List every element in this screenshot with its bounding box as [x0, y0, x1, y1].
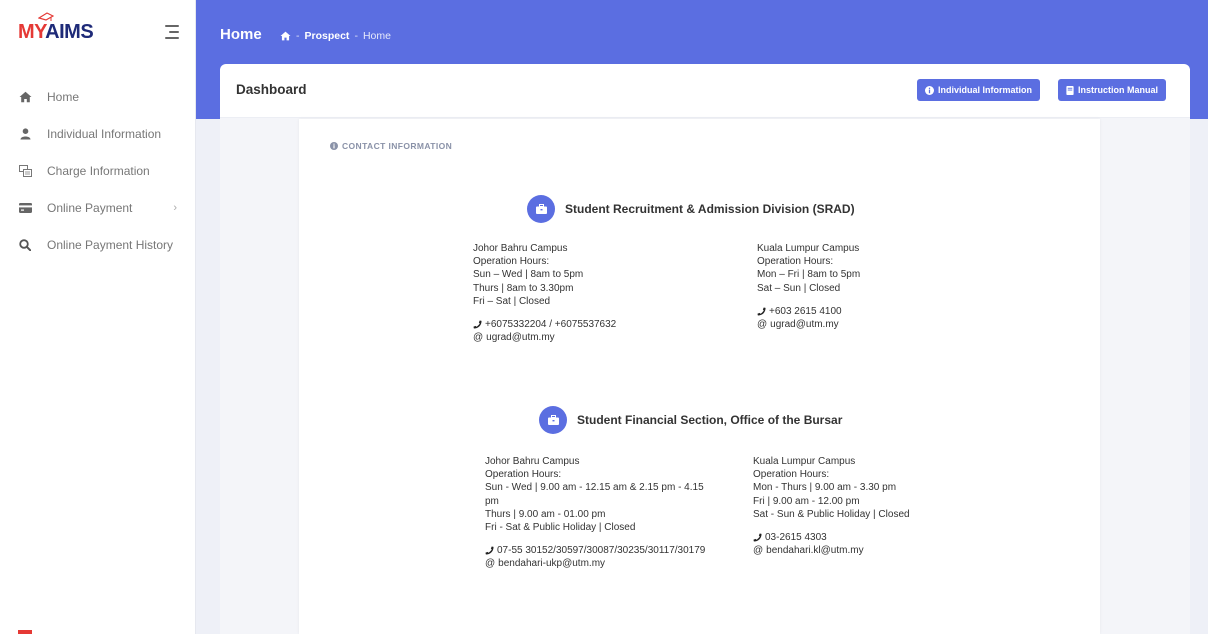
hours-line: Mon – Fri | 8am to 5pm: [757, 269, 861, 281]
graduation-cap-icon: [38, 11, 54, 21]
search-icon: [17, 237, 33, 253]
campus-name: Kuala Lumpur Campus: [757, 243, 860, 254]
sidebar-item-online-payment-history[interactable]: Online Payment History: [0, 226, 195, 263]
button-label: Individual Information: [938, 85, 1032, 95]
sidebar-item-label: Home: [47, 89, 80, 104]
phone-number[interactable]: +6075332204 / +6075537632: [485, 318, 616, 331]
card-icon: [17, 200, 33, 216]
info-icon: [330, 142, 338, 150]
phone-number[interactable]: +603 2615 4100: [769, 305, 842, 318]
hours-line: Thurs | 9.00 am - 01.00 pm: [485, 508, 606, 520]
hours-line: Sat – Sun | Closed: [757, 282, 841, 294]
home-icon[interactable]: [280, 31, 291, 41]
hours-line: Sat - Sun & Public Holiday | Closed: [753, 508, 910, 520]
hours-line: Fri | 9.00 am - 12.00 pm: [753, 495, 860, 507]
hours-label: Operation Hours:: [753, 469, 830, 481]
dashboard-header: Dashboard Individual Information Instruc…: [220, 64, 1190, 118]
phone-number[interactable]: 07-55 30152/30597/30087/30235/30117/3017…: [497, 544, 705, 557]
org-header-srad: Student Recruitment & Admission Division…: [527, 195, 855, 223]
info-icon: [925, 85, 934, 95]
logo-aims: AIMS: [45, 20, 94, 43]
phone-line: +603 2615 4100: [757, 305, 860, 318]
button-label: Instruction Manual: [1078, 85, 1159, 95]
sidebar-item-individual-information[interactable]: Individual Information: [0, 115, 195, 152]
section-title-text: CONTACT INFORMATION: [342, 141, 453, 151]
campus-name: Johor Bahru Campus: [473, 243, 568, 254]
instruction-manual-button[interactable]: Instruction Manual: [1058, 79, 1167, 101]
org-name: Student Financial Section, Office of the…: [577, 413, 843, 427]
sidebar-item-online-payment[interactable]: Online Payment ›: [0, 189, 195, 226]
hours-line: Sun - Wed | 9.00 am - 12.15 am & 2.15 pm…: [485, 482, 704, 494]
email-address[interactable]: bendahari-ukp@utm.my: [498, 557, 605, 570]
sidebar: MYAIMS Home Individual Information Charg…: [0, 0, 196, 634]
breadcrumb-separator: -: [296, 30, 300, 42]
bursar-kl-campus: Kuala Lumpur Campus Operation Hours: Mon…: [753, 455, 910, 557]
email-address[interactable]: bendahari.kl@utm.my: [766, 544, 863, 557]
home-icon: [17, 89, 33, 105]
phone-line: 03-2615 4303: [753, 531, 910, 544]
chevron-right-icon: ›: [173, 201, 177, 214]
phone-icon: [753, 533, 762, 542]
dashboard-title: Dashboard: [236, 82, 307, 97]
briefcase-icon: [539, 406, 567, 434]
sidebar-item-label: Charge Information: [47, 163, 150, 178]
hours-label: Operation Hours:: [757, 256, 834, 268]
bursar-jb-campus: Johor Bahru Campus Operation Hours: Sun …: [485, 455, 705, 571]
at-icon: @: [473, 332, 484, 344]
corner-widget[interactable]: [18, 630, 32, 634]
menu-toggle-icon[interactable]: [163, 25, 179, 39]
sidebar-item-label: Online Payment: [47, 200, 133, 215]
hours-line: Fri - Sat & Public Holiday | Closed: [485, 522, 636, 534]
srad-kl-campus: Kuala Lumpur Campus Operation Hours: Mon…: [757, 242, 860, 331]
logo-row: MYAIMS: [0, 0, 195, 64]
phone-number[interactable]: 03-2615 4303: [765, 531, 827, 544]
sidebar-item-charge-information[interactable]: Charge Information: [0, 152, 195, 189]
email-address[interactable]: ugrad@utm.my: [770, 318, 839, 331]
email-line: @ ugrad@utm.my: [757, 318, 860, 331]
org-header-bursar: Student Financial Section, Office of the…: [539, 406, 842, 434]
at-icon: @: [757, 319, 768, 331]
breadcrumb: - Prospect - Home: [280, 30, 391, 42]
srad-jb-campus: Johor Bahru Campus Operation Hours: Sun …: [473, 242, 616, 344]
email-line: @ ugrad@utm.my: [473, 331, 616, 344]
phone-line: 07-55 30152/30597/30087/30235/30117/3017…: [485, 544, 705, 557]
sidebar-item-label: Online Payment History: [47, 237, 174, 252]
phone-line: +6075332204 / +6075537632: [473, 318, 616, 331]
campus-name: Kuala Lumpur Campus: [753, 456, 856, 467]
app-logo[interactable]: MYAIMS: [18, 11, 94, 44]
org-name: Student Recruitment & Admission Division…: [565, 202, 855, 216]
logo-my: MY: [18, 20, 46, 43]
user-icon: [17, 126, 33, 142]
book-icon: [1066, 85, 1074, 95]
at-icon: @: [485, 558, 496, 570]
email-address[interactable]: ugrad@utm.my: [486, 331, 555, 344]
hours-line: Fri – Sat | Closed: [473, 295, 551, 307]
sidebar-nav: Home Individual Information Charge Infor…: [0, 78, 195, 263]
phone-icon: [473, 320, 482, 329]
sidebar-item-home[interactable]: Home: [0, 78, 195, 115]
at-icon: @: [753, 545, 764, 557]
briefcase-icon: [527, 195, 555, 223]
breadcrumb-separator: -: [354, 30, 358, 42]
charge-icon: [17, 163, 33, 179]
hours-line: Sun – Wed | 8am to 5pm: [473, 269, 584, 281]
email-line: @ bendahari-ukp@utm.my: [485, 557, 705, 570]
contact-section-title: CONTACT INFORMATION: [330, 141, 452, 151]
hours-line: pm: [485, 495, 499, 507]
hours-line: Mon - Thurs | 9.00 am - 3.30 pm: [753, 482, 897, 494]
breadcrumb-prospect[interactable]: Prospect: [305, 30, 350, 42]
hours-label: Operation Hours:: [473, 256, 550, 268]
phone-icon: [757, 307, 766, 316]
breadcrumb-home: Home: [362, 30, 391, 42]
email-line: @ bendahari.kl@utm.my: [753, 544, 910, 557]
phone-icon: [485, 546, 494, 555]
hours-label: Operation Hours:: [485, 469, 562, 481]
campus-name: Johor Bahru Campus: [485, 456, 580, 467]
page-title: Home: [220, 26, 262, 43]
individual-information-button[interactable]: Individual Information: [917, 79, 1040, 101]
hours-line: Thurs | 8am to 3.30pm: [473, 282, 574, 294]
sidebar-item-label: Individual Information: [47, 126, 162, 141]
